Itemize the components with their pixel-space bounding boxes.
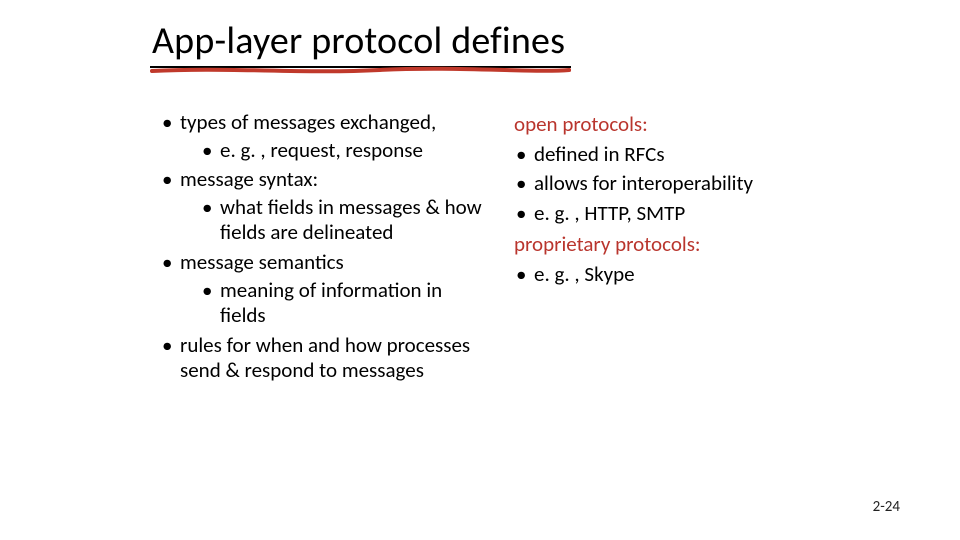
right-column: open protocols: defined in RFCs allows f… [508,110,828,388]
slide-title: App-layer protocol defines [150,18,571,68]
title-wrap: App-layer protocol defines [150,18,571,68]
list-item: types of messages exchanged, e. g. , req… [160,110,490,163]
open-protocols-heading: open protocols: [514,112,828,138]
red-underline-icon [150,66,571,76]
list-item: e. g. , Skype [514,262,828,288]
list-subitem: what fields in messages & how fields are… [200,195,490,246]
list-item: rules for when and how processes send & … [160,333,490,384]
page-number: 2-24 [873,498,900,516]
list-item: defined in RFCs [514,142,828,168]
left-list: types of messages exchanged, e. g. , req… [160,110,490,384]
list-item-text: rules for when and how processes send & … [180,332,470,384]
list-item-text: allows for interoperability [534,170,753,196]
list-subitem: meaning of information in fields [200,278,490,329]
list-subitem-text: e. g. , request, response [220,137,423,163]
list-item-text: message syntax: [180,166,318,192]
content-columns: types of messages exchanged, e. g. , req… [150,110,900,388]
list-item: allows for interoperability [514,171,828,197]
list-item: e. g. , HTTP, SMTP [514,201,828,227]
proprietary-protocols-heading: proprietary protocols: [514,232,828,258]
list-item-text: e. g. , Skype [534,261,635,287]
open-protocols-list: defined in RFCs allows for interoperabil… [514,142,828,227]
list-subitem-text: meaning of information in fields [220,277,442,329]
list-item: message syntax: what fields in messages … [160,167,490,246]
list-item-text: message semantics [180,249,344,275]
list-item-text: e. g. , HTTP, SMTP [534,200,685,226]
list-item: message semantics meaning of information… [160,250,490,329]
list-subitem-text: what fields in messages & how fields are… [220,194,482,246]
list-item-text: types of messages exchanged, [180,109,436,135]
list-subitem: e. g. , request, response [200,138,490,164]
left-column: types of messages exchanged, e. g. , req… [150,110,490,388]
slide: App-layer protocol defines types of mess… [0,0,960,540]
proprietary-protocols-list: e. g. , Skype [514,262,828,288]
list-item-text: defined in RFCs [534,141,665,167]
